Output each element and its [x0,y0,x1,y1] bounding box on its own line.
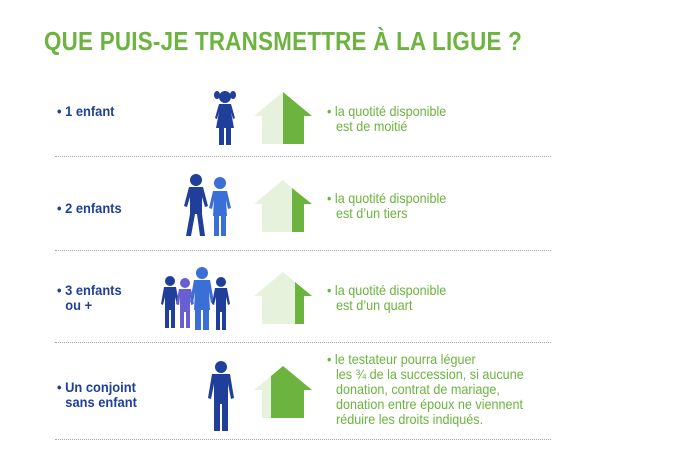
desc-line: est d’un tiers [336,205,408,221]
house-quarter-icon [254,272,312,324]
divider [55,156,551,157]
three-children-icon [161,267,230,330]
row-label: • Un conjoint sans enfant [57,380,137,410]
page-title: QUE PUIS-JE TRANSMETTRE À LA LIGUE ? [44,26,523,56]
house-half-icon [254,92,312,144]
two-children-icon [184,174,231,236]
desc-line: est de moitié [336,118,408,134]
divider [55,439,551,440]
desc-line: donation entre époux ne viennent [336,396,524,412]
row-label: • 1 enfant [57,104,114,119]
row-description: • la quotité disponible est de moitié [327,104,446,134]
desc-line: • la quotité disponible [327,282,447,298]
row-label: • 3 enfants ou + [57,283,122,313]
row-description: • la quotité disponible est d’un quart [327,283,446,313]
one-child-icon [214,91,236,145]
row-label-line1: • 3 enfants [57,282,122,298]
row-label-line1: • Un conjoint [57,379,136,395]
desc-line: est d’un quart [336,297,413,313]
desc-line: donation, contrat de mariage, [336,381,500,397]
row-description: • le testateur pourra léguer les ¾ de la… [327,352,524,427]
house-three-quarter-icon [254,366,312,418]
row-label-line2: sans enfant [65,394,137,410]
house-third-icon [254,180,312,232]
desc-line: les ¾ de la succession, si aucune [336,366,524,382]
desc-line: • le testateur pourra léguer [327,351,476,367]
desc-line: • la quotité disponible [327,190,447,206]
row-label-line1: • 1 enfant [57,103,115,119]
row-label-line1: • 2 enfants [57,200,122,216]
row-description: • la quotité disponible est d’un tiers [327,191,446,221]
desc-line: • la quotité disponible [327,103,447,119]
row-label-line2: ou + [65,297,93,313]
spouse-icon [208,361,234,431]
row-label: • 2 enfants [57,201,122,216]
desc-line: réduire les droits indiqués. [336,411,484,427]
divider [55,342,551,343]
divider [55,250,551,251]
